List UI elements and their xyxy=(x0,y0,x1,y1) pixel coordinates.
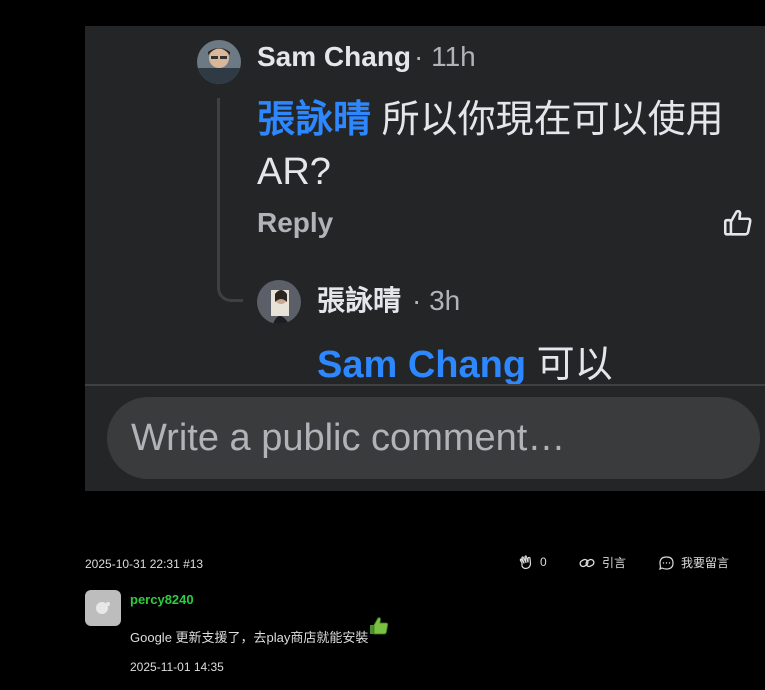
reply-post-body: Google 更新支援了，去play商店就能安裝 xyxy=(130,630,369,645)
clap-like-button[interactable]: 0 xyxy=(518,554,547,570)
reply-comment-label: 我要留言 xyxy=(681,556,730,570)
facebook-comments-embed: Sam Chang · 11h 張詠晴 所以你現在可以使用AR? Reply 張… xyxy=(85,26,765,491)
reply-author-name[interactable]: 張詠晴 xyxy=(317,284,401,318)
divider xyxy=(85,384,765,386)
comment-input-placeholder: Write a public comment… xyxy=(131,417,566,459)
post-datetime-floor: 2025-10-31 22:31 #13 xyxy=(85,557,204,571)
reply-timestamp[interactable]: · 3h xyxy=(412,284,460,318)
thread-connector-line xyxy=(217,98,243,302)
comment-timestamp[interactable]: · 11h xyxy=(414,40,476,74)
avatar-sam-chang[interactable] xyxy=(197,40,241,84)
comment-text: 張詠晴 所以你現在可以使用AR? xyxy=(257,94,747,198)
reply-comment-button[interactable]: 我要留言 xyxy=(658,554,729,571)
thumbs-up-emoji-icon xyxy=(369,616,389,636)
comment-input[interactable]: Write a public comment… xyxy=(107,397,760,479)
clap-icon xyxy=(519,555,532,570)
comment-author-name[interactable]: Sam Chang xyxy=(257,40,411,74)
quote-link-icon xyxy=(579,558,595,567)
mention-link[interactable]: 張詠晴 xyxy=(257,99,371,141)
quote-label: 引言 xyxy=(602,556,627,570)
quote-button[interactable]: 引言 xyxy=(579,554,626,571)
like-thumb-icon[interactable] xyxy=(721,206,755,240)
speech-bubble-icon xyxy=(659,555,674,570)
reply-post-datetime: 2025-11-01 14:35 xyxy=(130,660,224,674)
reply-post-text: Google 更新支援了，去play商店就能安裝 xyxy=(130,617,389,646)
reply-body: 可以 xyxy=(526,344,613,386)
like-count: 0 xyxy=(540,555,547,569)
user-avatar-placeholder[interactable] xyxy=(85,590,121,626)
mention-link[interactable]: Sam Chang xyxy=(317,344,526,386)
reply-text: Sam Chang 可以 xyxy=(317,342,613,388)
avatar-zhang-yongqing[interactable] xyxy=(257,280,301,324)
username-link[interactable]: percy8240 xyxy=(130,592,194,607)
reply-button[interactable]: Reply xyxy=(257,206,333,240)
